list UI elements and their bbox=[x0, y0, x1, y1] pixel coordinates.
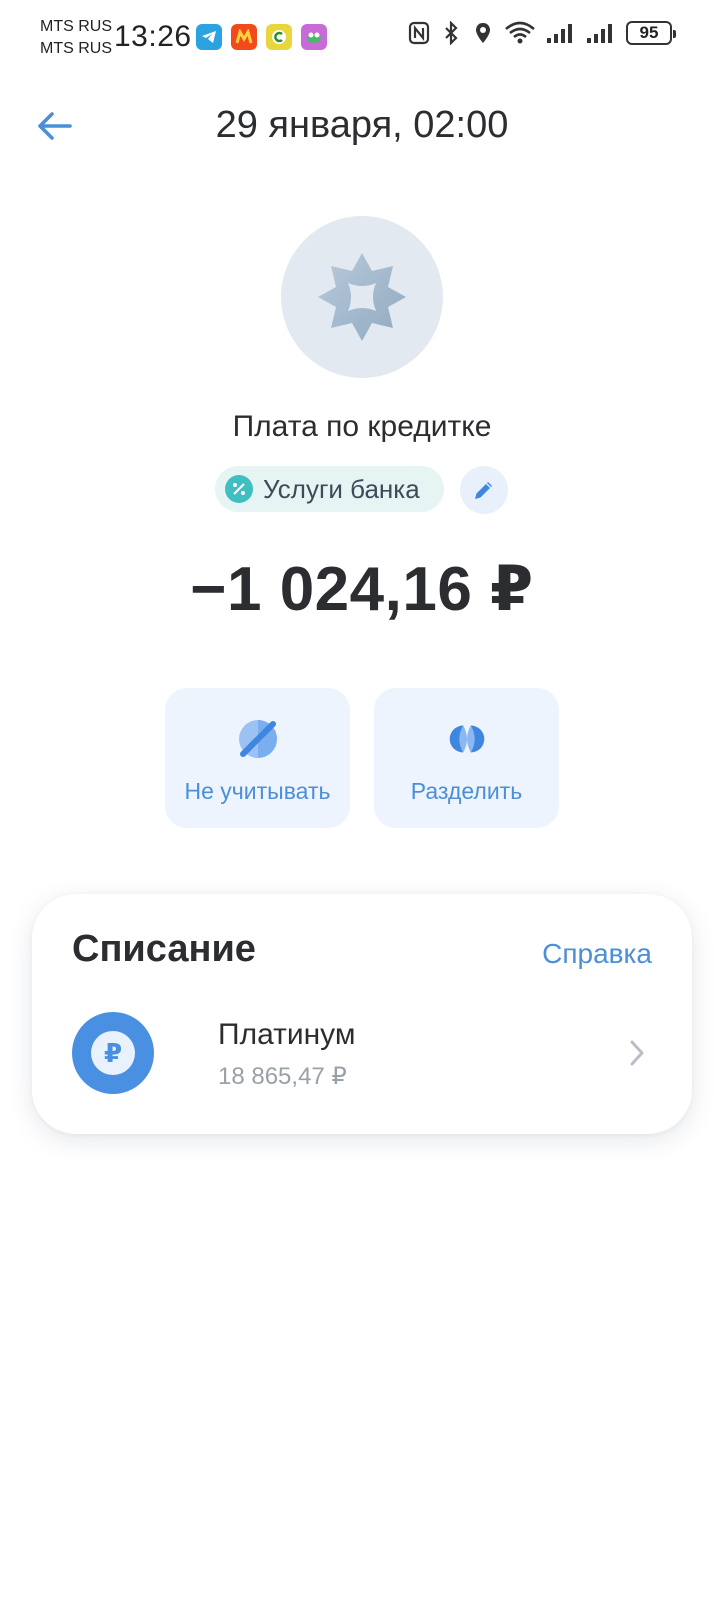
bluetooth-icon bbox=[440, 20, 462, 46]
pencil-icon bbox=[475, 482, 492, 499]
ruble-icon: ₽ bbox=[91, 1031, 135, 1075]
help-link[interactable]: Справка bbox=[542, 938, 652, 970]
eye-off-icon bbox=[233, 714, 283, 764]
page-title: 29 января, 02:00 bbox=[215, 104, 509, 146]
account-avatar: ₽ bbox=[72, 1012, 154, 1094]
chevron-right-icon bbox=[622, 1036, 652, 1070]
location-icon bbox=[472, 20, 494, 46]
edit-category-button[interactable] bbox=[460, 466, 508, 514]
bank-badge-icon bbox=[318, 253, 406, 341]
writeoff-title: Списание bbox=[72, 928, 256, 970]
app-red-icon bbox=[231, 24, 257, 50]
carrier-1: MTS RUS bbox=[40, 18, 112, 35]
signal-icon bbox=[546, 20, 576, 46]
ignore-button[interactable]: Не учитывать bbox=[165, 688, 350, 828]
transaction-details-screen: MTS RUS MTS RUS 13:26 95 29 января, 02:0… bbox=[0, 0, 724, 1600]
ignore-label: Не учитывать bbox=[184, 778, 331, 804]
telegram-icon bbox=[196, 24, 222, 50]
app-purple-icon bbox=[301, 24, 327, 50]
transaction-amount: −1 024,16 ₽ bbox=[190, 555, 534, 624]
notification-icons bbox=[196, 24, 327, 50]
status-bar: MTS RUS MTS RUS 13:26 95 bbox=[0, 0, 724, 80]
account-name: Платинум bbox=[218, 1018, 356, 1051]
account-row[interactable]: ₽ Платинум 18 865,47 ₽ bbox=[72, 1012, 652, 1094]
account-balance: 18 865,47 ₽ bbox=[218, 1063, 347, 1090]
category-chip[interactable]: Услуги банка bbox=[215, 466, 444, 512]
carrier-2: MTS RUS bbox=[40, 40, 112, 57]
category-label: Услуги банка bbox=[263, 473, 420, 504]
signal-icon bbox=[586, 20, 616, 46]
wifi-icon bbox=[504, 20, 536, 46]
transaction-name: Плата по кредитке bbox=[232, 410, 492, 443]
split-icon bbox=[442, 714, 492, 764]
transaction-avatar bbox=[281, 216, 443, 378]
battery-indicator: 95 bbox=[626, 21, 676, 45]
split-button[interactable]: Разделить bbox=[374, 688, 559, 828]
nfc-icon bbox=[408, 20, 430, 46]
percent-icon bbox=[225, 475, 253, 503]
status-time: 13:26 bbox=[114, 20, 192, 53]
system-icons: 95 bbox=[408, 20, 676, 46]
carriers: MTS RUS MTS RUS bbox=[40, 16, 112, 60]
writeoff-card: Списание Справка ₽ Платинум 18 865,47 ₽ bbox=[32, 894, 692, 1134]
split-label: Разделить bbox=[410, 778, 523, 804]
app-yellow-icon bbox=[266, 24, 292, 50]
